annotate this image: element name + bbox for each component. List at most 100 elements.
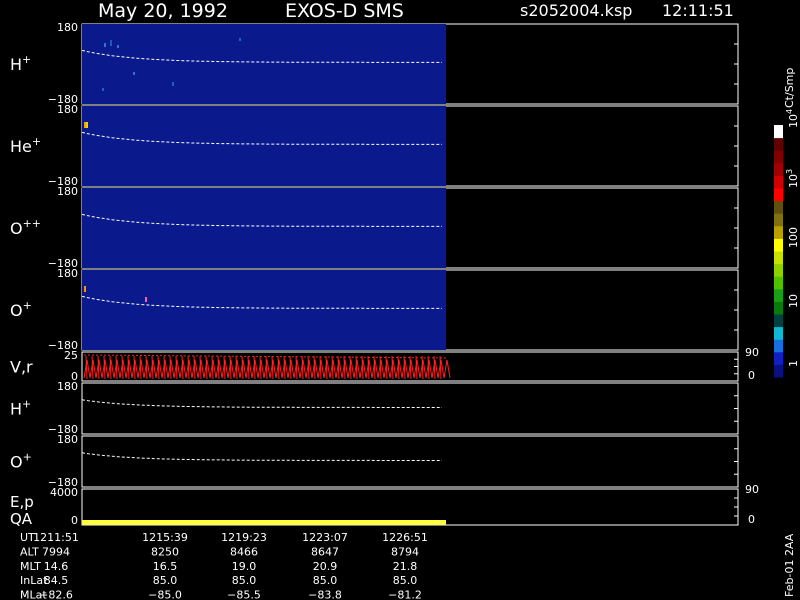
colorbar-swatch bbox=[774, 137, 783, 151]
header-time: 12:11:51 bbox=[662, 1, 734, 20]
header-instrument: EXOS-D SMS bbox=[285, 0, 404, 22]
table-cell: 19.0 bbox=[232, 560, 257, 573]
table-cell: 21.8 bbox=[393, 560, 418, 573]
y-top-label: 4000 bbox=[50, 486, 78, 499]
table-cell: 84.5 bbox=[44, 574, 69, 587]
table-cell: 85.0 bbox=[232, 574, 257, 587]
panel-label: V,r bbox=[10, 358, 33, 377]
count-speckle bbox=[102, 88, 104, 91]
spectrogram-panel-2 bbox=[82, 188, 446, 268]
table-cell: −85.0 bbox=[148, 589, 182, 600]
table-cell: −85.5 bbox=[227, 589, 261, 600]
table-cell: 14.6 bbox=[44, 560, 69, 573]
colorbar-swatch bbox=[774, 326, 783, 340]
qa-bar bbox=[82, 520, 446, 525]
count-speckle bbox=[110, 40, 112, 46]
table-cell: 85.0 bbox=[393, 574, 418, 587]
table-cell: −83.8 bbox=[308, 589, 342, 600]
colorbar-swatch bbox=[774, 251, 783, 265]
footer-label: Feb-01 2AA bbox=[783, 533, 796, 597]
panel-label-2: QA bbox=[10, 510, 33, 528]
colorbar-swatch bbox=[774, 225, 783, 239]
table-cell: 1215:39 bbox=[142, 531, 188, 544]
count-speckle bbox=[133, 72, 135, 75]
table-cell: 8250 bbox=[151, 545, 179, 558]
colorbar-swatch bbox=[774, 276, 783, 290]
spectrogram-panel-3 bbox=[82, 270, 446, 350]
colorbar-tick: 1 bbox=[787, 360, 800, 367]
colorbar-tick: 10 bbox=[787, 294, 800, 308]
table-cell: 8466 bbox=[230, 545, 258, 558]
table-cell: 85.0 bbox=[153, 574, 178, 587]
count-speckle bbox=[104, 43, 106, 47]
table-cell: 1219:23 bbox=[221, 531, 267, 544]
colorbar-swatch bbox=[774, 351, 783, 365]
table-cell: 1226:51 bbox=[382, 531, 428, 544]
panel-label-superscript: + bbox=[22, 398, 31, 411]
colorbar-tick-base: 100 bbox=[787, 227, 800, 248]
table-cell: 8647 bbox=[311, 545, 339, 558]
table-cell: −82.6 bbox=[39, 589, 73, 600]
colorbar-swatch bbox=[774, 188, 783, 202]
panel-label-text: He bbox=[10, 137, 32, 156]
panel-label-text: H bbox=[10, 400, 22, 419]
table-row-label: ALT bbox=[20, 545, 39, 558]
colorbar-swatch bbox=[774, 200, 783, 214]
spectrogram-panel-1 bbox=[82, 106, 446, 186]
colorbar-swatch bbox=[774, 150, 783, 164]
y-right-bottom-label: 0 bbox=[748, 369, 755, 382]
y-top-label: 180 bbox=[57, 433, 78, 446]
colorbar-tick-base: 10 bbox=[787, 174, 800, 188]
count-speckle bbox=[172, 82, 174, 86]
panel-label-text: O bbox=[10, 453, 23, 472]
panel-label-superscript: + bbox=[23, 451, 32, 464]
panel-frame-6 bbox=[81, 435, 739, 488]
table-cell: 7994 bbox=[42, 545, 70, 558]
y-top-label: 180 bbox=[57, 21, 78, 34]
panel-label: O+ bbox=[10, 299, 32, 320]
colorbar-swatch bbox=[774, 301, 783, 315]
pitch-angle-trace bbox=[81, 452, 442, 461]
colorbar-tick: 104 bbox=[785, 109, 800, 128]
count-speckle bbox=[239, 38, 241, 41]
count-speckle bbox=[86, 122, 88, 128]
spectrogram-fills bbox=[82, 24, 446, 350]
panel-label-superscript: ++ bbox=[23, 217, 41, 230]
colorbar-swatch bbox=[774, 125, 783, 139]
table-cell: −81.2 bbox=[388, 589, 422, 600]
y-right-top-label: 90 bbox=[745, 483, 759, 496]
table-cell: 1223:07 bbox=[302, 531, 348, 544]
count-speckle bbox=[145, 297, 147, 302]
colorbar-label: Ct/Smp bbox=[783, 68, 796, 108]
colorbar-swatch bbox=[774, 288, 783, 302]
panel-label: O+ bbox=[10, 451, 32, 472]
header-date: May 20, 1992 bbox=[98, 0, 228, 22]
y-top-label: 180 bbox=[57, 103, 78, 116]
spectrogram-panel-0 bbox=[82, 24, 446, 104]
panel-label: O++ bbox=[10, 217, 41, 238]
colorbar-swatch bbox=[774, 364, 783, 378]
panel-label-text: O bbox=[10, 301, 23, 320]
table-cell: 8794 bbox=[391, 545, 419, 558]
y-top-label: 180 bbox=[57, 380, 78, 393]
table-cell: 85.0 bbox=[313, 574, 338, 587]
colorbar-tick: 100 bbox=[787, 227, 800, 248]
panel-label: He+ bbox=[10, 135, 41, 156]
y-top-label: 180 bbox=[57, 267, 78, 280]
panel-label-text: O bbox=[10, 219, 23, 238]
colorbar-tick-base: 1 bbox=[787, 360, 800, 367]
colorbar-swatch bbox=[774, 339, 783, 353]
header-file: s2052004.ksp bbox=[520, 1, 632, 20]
y-right-top-label: 90 bbox=[745, 346, 759, 359]
colorbar-swatch bbox=[774, 175, 783, 189]
orbit-table: UT1211:51 1215:39 1219:23 1223:07 1226:51ALT… bbox=[20, 531, 428, 600]
colorbar-tick-exponent: 4 bbox=[785, 109, 794, 114]
table-cell: 16.5 bbox=[153, 560, 178, 573]
colorbar-swatch bbox=[774, 213, 783, 227]
colorbar-swatch bbox=[774, 314, 783, 328]
panel-label-text: H bbox=[10, 55, 22, 74]
count-speckle bbox=[117, 45, 119, 48]
panel-label-superscript: + bbox=[22, 53, 31, 66]
table-cell: 1211:51 bbox=[33, 531, 79, 544]
panel-label-superscript: + bbox=[23, 299, 32, 312]
